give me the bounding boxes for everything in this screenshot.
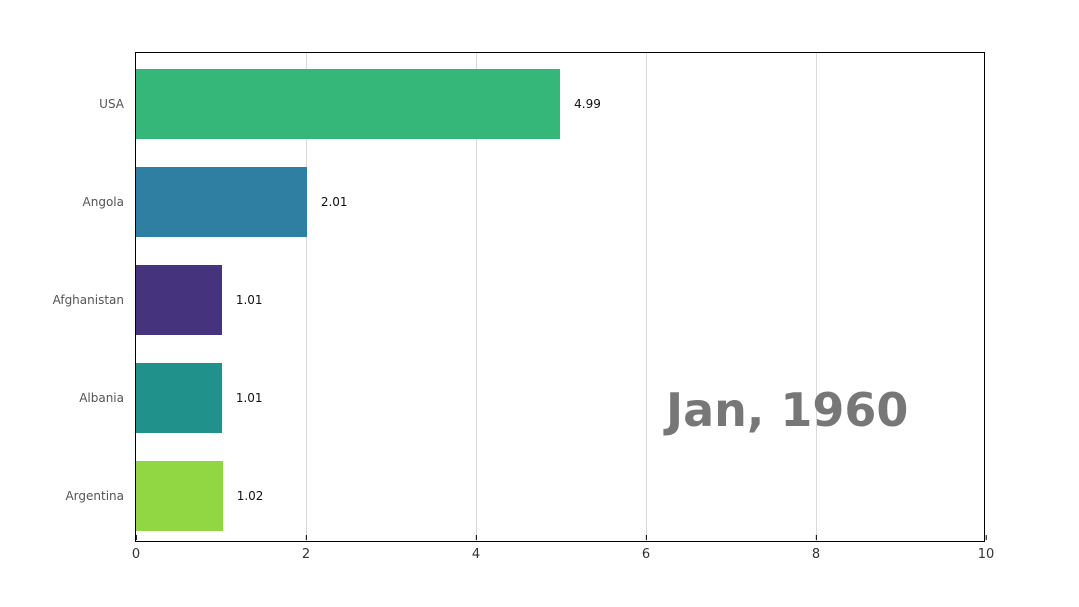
plot-area: 02468104.99USA2.01Angola1.01Afghanistan1… xyxy=(135,52,985,542)
bar xyxy=(136,363,222,433)
y-tick-label: Afghanistan xyxy=(53,293,136,307)
bar xyxy=(136,265,222,335)
bar-value-label: 1.02 xyxy=(237,489,264,503)
y-tick-label: Angola xyxy=(83,195,136,209)
x-tick-label: 10 xyxy=(978,541,995,562)
y-tick-label: Albania xyxy=(79,391,136,405)
y-tick-label: Argentina xyxy=(65,489,136,503)
bar xyxy=(136,167,307,237)
bar-value-label: 2.01 xyxy=(321,195,348,209)
x-tick-label: 0 xyxy=(132,541,140,562)
gridline xyxy=(646,53,647,541)
y-tick-label: USA xyxy=(99,97,136,111)
x-tick-label: 4 xyxy=(472,541,480,562)
period-label: Jan, 1960 xyxy=(666,383,908,437)
chart-canvas: 0 2 4 6 8 10 4.99 USA 2.01 Angola 1.01 Afghanistan 1… xyxy=(0,0,1079,607)
bar xyxy=(136,461,223,531)
bar-value-label: 1.01 xyxy=(236,293,263,307)
x-tick-label: 8 xyxy=(812,541,820,562)
bar-value-label: 4.99 xyxy=(574,97,601,111)
x-tick-label: 2 xyxy=(302,541,310,562)
gridline xyxy=(816,53,817,541)
bar xyxy=(136,69,560,139)
bar-value-label: 1.01 xyxy=(236,391,263,405)
x-tick-label: 6 xyxy=(642,541,650,562)
